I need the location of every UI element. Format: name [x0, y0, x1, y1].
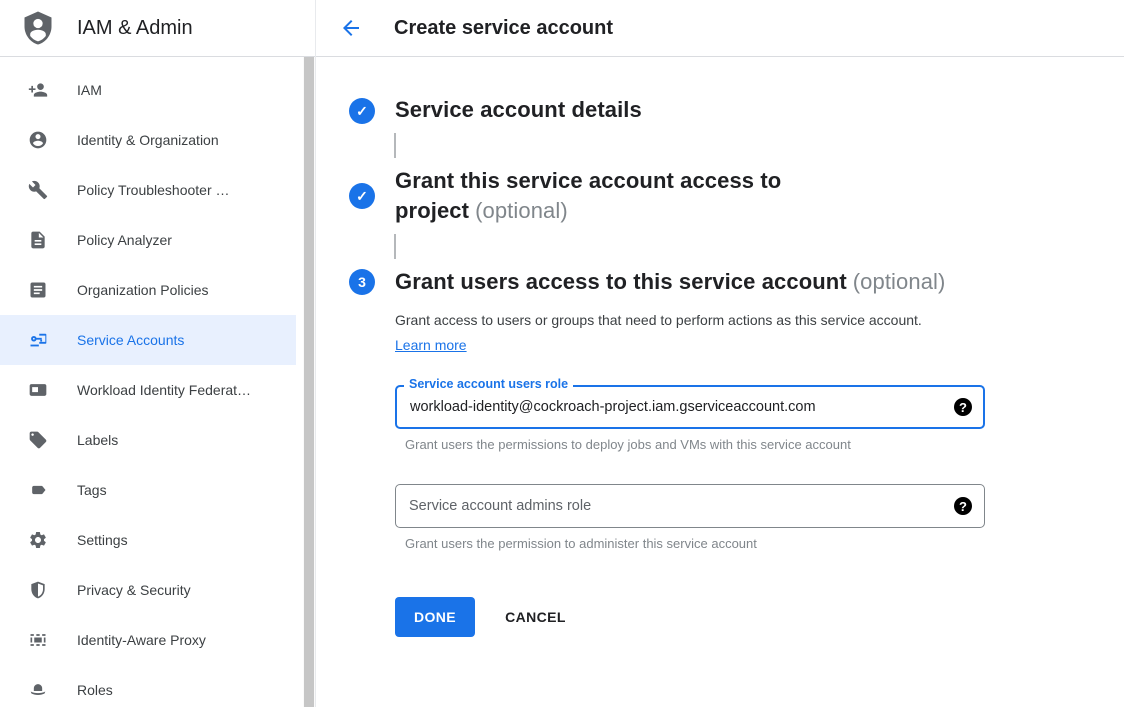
main-header: Create service account — [316, 0, 1124, 57]
step-grant-users-access: 3 Grant users access to this service acc… — [349, 267, 1124, 637]
sidebar-item-privacy-security[interactable]: Privacy & Security — [0, 565, 296, 615]
sidebar-item-label: Settings — [77, 532, 128, 548]
sidebar-item-label: Roles — [77, 682, 113, 698]
roles-hat-icon — [28, 680, 48, 700]
step-title: Service account details — [395, 95, 642, 125]
optional-label: (optional) — [853, 269, 946, 294]
sidebar-item-label: Tags — [77, 482, 107, 498]
identity-person-icon — [28, 130, 48, 150]
create-service-account-form: ✓ Service account details ✓ Grant this s… — [316, 57, 1124, 637]
stepper-connector — [394, 133, 396, 158]
step-title: Grant users access to this service accou… — [395, 267, 985, 297]
sidebar-item-identity-aware-proxy[interactable]: Identity-Aware Proxy — [0, 615, 296, 665]
step-indicator: ✓ — [349, 98, 375, 124]
arrow-back-icon — [339, 16, 363, 40]
id-card-icon — [28, 380, 48, 400]
sidebar-scrollbar-track — [303, 57, 315, 707]
sidebar-item-label: Labels — [77, 432, 118, 448]
sidebar-item-service-accounts[interactable]: Service Accounts — [0, 315, 296, 365]
done-button[interactable]: DONE — [395, 597, 475, 637]
label-tag-icon — [28, 430, 48, 450]
person-add-icon — [28, 80, 48, 100]
sidebar-item-tags[interactable]: Tags — [0, 465, 296, 515]
sidebar-item-label: Organization Policies — [77, 282, 209, 298]
sidebar-item-workload-identity-federation[interactable]: Workload Identity Federat… — [0, 365, 296, 415]
sidebar-item-iam[interactable]: IAM — [0, 65, 296, 115]
help-icon[interactable]: ? — [954, 497, 972, 515]
back-button[interactable] — [339, 16, 363, 40]
step-body: Service account details — [395, 95, 642, 125]
sidebar-nav: IAM Identity & Organization Policy Troub… — [0, 57, 315, 707]
iam-admin-shield-icon — [20, 10, 56, 46]
sidebar-item-organization-policies[interactable]: Organization Policies — [0, 265, 296, 315]
step-body: Grant this service account access to pro… — [395, 166, 955, 226]
sidebar-item-roles[interactable]: Roles — [0, 665, 296, 707]
users-role-field-label: Service account users role — [404, 376, 573, 393]
sidebar-item-policy-analyzer[interactable]: Policy Analyzer — [0, 215, 296, 265]
users-role-field-group: Service account users role ? — [395, 385, 985, 429]
step-complete-check-icon: ✓ — [349, 98, 375, 124]
step-indicator: 3 — [349, 269, 375, 295]
shield-icon — [28, 580, 48, 600]
step-title: Grant this service account access to pro… — [395, 166, 955, 226]
sidebar-item-settings[interactable]: Settings — [0, 515, 296, 565]
sidebar-item-label: IAM — [77, 82, 102, 98]
cancel-button[interactable]: CANCEL — [505, 609, 566, 625]
sidebar-item-label: Service Accounts — [77, 332, 184, 348]
sidebar-item-identity-organization[interactable]: Identity & Organization — [0, 115, 296, 165]
step-number-badge: 3 — [349, 269, 375, 295]
sidebar-item-label: Privacy & Security — [77, 582, 191, 598]
service-account-admins-role-input[interactable] — [395, 484, 985, 528]
sidebar: IAM & Admin IAM Identity & Organization … — [0, 0, 316, 707]
learn-more-link[interactable]: Learn more — [395, 337, 467, 353]
sidebar-item-policy-troubleshooter[interactable]: Policy Troubleshooter … — [0, 165, 296, 215]
step-grant-access-to-project: ✓ Grant this service account access to p… — [349, 166, 1124, 226]
step-service-account-details: ✓ Service account details — [349, 95, 1124, 125]
gear-icon — [28, 530, 48, 550]
optional-label: (optional) — [475, 198, 568, 223]
sidebar-item-labels[interactable]: Labels — [0, 415, 296, 465]
sidebar-item-label: Identity-Aware Proxy — [77, 632, 206, 648]
tag-arrow-icon — [28, 480, 48, 500]
main-panel: Create service account ✓ Service account… — [316, 0, 1124, 707]
admins-role-helper-text: Grant users the permission to administer… — [405, 536, 985, 551]
step-indicator: ✓ — [349, 183, 375, 209]
document-icon — [28, 280, 48, 300]
help-icon[interactable]: ? — [954, 398, 972, 416]
sidebar-item-label: Policy Troubleshooter … — [77, 182, 230, 198]
stepper-connector — [394, 234, 396, 259]
admins-role-field-group: ? — [395, 484, 985, 528]
wrench-icon — [28, 180, 48, 200]
service-account-key-icon — [28, 330, 48, 350]
page-title: Create service account — [394, 17, 613, 40]
proxy-icon — [28, 630, 48, 650]
form-actions: DONE CANCEL — [395, 597, 985, 637]
sidebar-scrollbar-thumb[interactable] — [304, 57, 314, 707]
sidebar-item-label: Policy Analyzer — [77, 232, 172, 248]
sidebar-item-label: Identity & Organization — [77, 132, 219, 148]
users-role-helper-text: Grant users the permissions to deploy jo… — [405, 437, 985, 452]
sidebar-header: IAM & Admin — [0, 0, 315, 57]
step-body: Grant users access to this service accou… — [395, 267, 985, 637]
sidebar-item-label: Workload Identity Federat… — [77, 382, 251, 398]
step-complete-check-icon: ✓ — [349, 183, 375, 209]
policy-analyzer-icon — [28, 230, 48, 250]
step-description: Grant access to users or groups that nee… — [395, 308, 943, 358]
sidebar-title: IAM & Admin — [77, 17, 193, 40]
